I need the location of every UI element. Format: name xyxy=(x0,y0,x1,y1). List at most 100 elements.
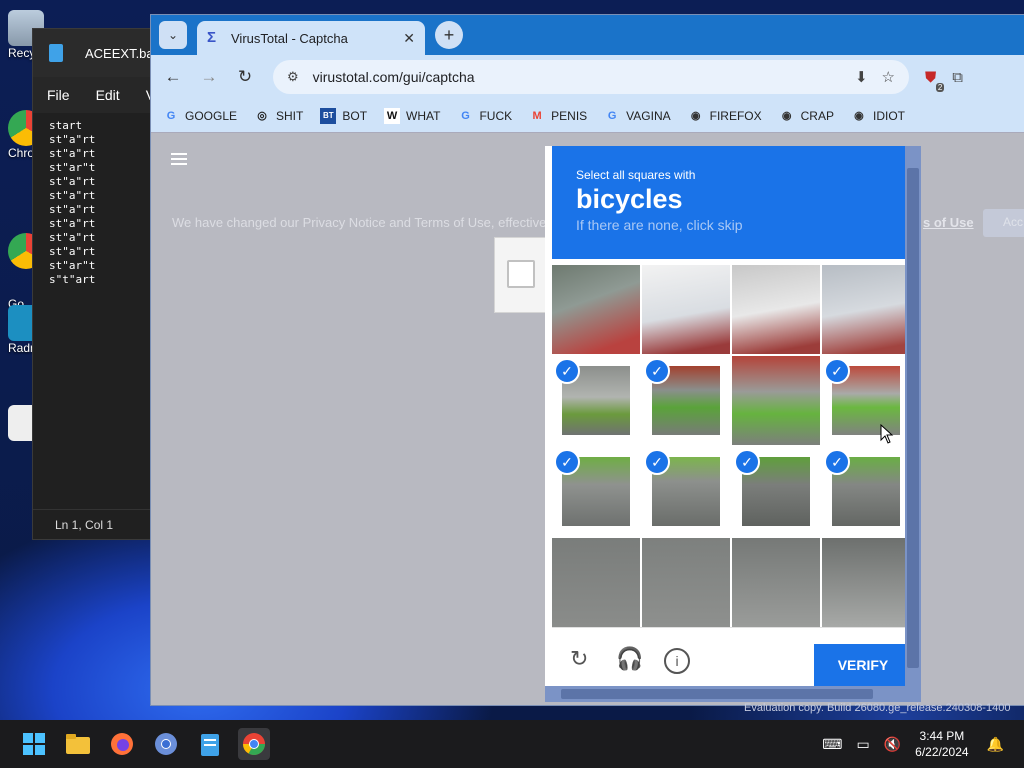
captcha-tile[interactable] xyxy=(822,538,910,627)
gmail-icon: M xyxy=(532,109,542,122)
clock-time: 3:44 PM xyxy=(919,729,965,743)
bookmark-star-icon[interactable]: ☆ xyxy=(882,68,895,86)
captcha-tile[interactable]: ✓ xyxy=(822,356,910,445)
virustotal-icon: Σ xyxy=(207,29,217,46)
captcha-tile[interactable] xyxy=(732,356,820,445)
forward-icon[interactable]: → xyxy=(195,67,223,87)
notepad-title: ACEEXT.bat xyxy=(85,45,158,61)
ext-badge: 2 xyxy=(935,82,945,92)
notepad-taskbar-icon[interactable] xyxy=(194,728,226,760)
google-icon: G xyxy=(607,109,617,122)
bookmark-label: FUCK xyxy=(479,108,513,123)
verify-button[interactable]: VERIFY xyxy=(814,644,912,686)
close-tab-icon[interactable]: ✕ xyxy=(403,30,415,47)
bookmark-label: VAGINA xyxy=(626,108,671,123)
bookmark-penis[interactable]: M PENIS xyxy=(529,108,588,124)
tab-search-icon[interactable]: ⌄ xyxy=(159,21,187,49)
tile-image xyxy=(642,538,730,627)
captcha-tile[interactable] xyxy=(642,538,730,627)
menu-file[interactable]: File xyxy=(47,87,70,103)
menu-icon[interactable] xyxy=(171,153,187,168)
cursor-position: Ln 1, Col 1 xyxy=(55,517,114,532)
bookmark-label: IDIOT xyxy=(872,108,905,123)
captcha-tile[interactable] xyxy=(822,265,910,354)
tile-image xyxy=(822,265,910,354)
bookmark-fuck[interactable]: G FUCK xyxy=(457,108,512,124)
bookmark-vagina[interactable]: G VAGINA xyxy=(604,108,671,124)
captcha-header: Select all squares with bicycles If ther… xyxy=(552,146,905,259)
google-icon: G xyxy=(166,109,176,122)
tile-image xyxy=(822,538,910,627)
captcha-tile[interactable] xyxy=(732,265,820,354)
network-icon[interactable]: ▭ xyxy=(857,736,870,753)
captcha-tile[interactable] xyxy=(552,265,640,354)
menu-edit[interactable]: Edit xyxy=(96,87,120,103)
terms-of-use-link[interactable]: s of Use xyxy=(923,215,974,230)
notification-bell-icon[interactable]: 🔔 xyxy=(987,736,1004,753)
captcha-tile[interactable]: ✓ xyxy=(642,447,730,536)
captcha-grid: ✓ ✓ ✓ ✓ ✓ ✓ ✓ xyxy=(552,265,910,627)
horizontal-scrollbar[interactable] xyxy=(545,686,921,702)
file-explorer-icon[interactable] xyxy=(62,728,94,760)
site-info-icon[interactable]: ⚙ xyxy=(287,69,299,85)
google-icon: G xyxy=(461,109,470,122)
reload-icon[interactable]: ↻ xyxy=(231,67,259,87)
globe-icon: ◉ xyxy=(854,110,864,122)
install-app-icon[interactable]: ⬇ xyxy=(855,68,868,86)
captcha-tile[interactable]: ✓ xyxy=(732,447,820,536)
captcha-tile[interactable]: ✓ xyxy=(552,447,640,536)
firefox-icon[interactable] xyxy=(106,728,138,760)
url-text: virustotal.com/gui/captcha xyxy=(312,69,475,85)
vertical-scrollbar[interactable] xyxy=(905,146,921,686)
accept-button[interactable]: Acc xyxy=(983,209,1024,237)
wikipedia-icon: W xyxy=(384,107,401,124)
captcha-tile[interactable]: ✓ xyxy=(822,447,910,536)
mouse-cursor xyxy=(880,424,894,444)
chrome-taskbar-icon[interactable] xyxy=(238,728,270,760)
bookmark-label: CRAP xyxy=(800,108,834,123)
bookmarks-bar: G GOOGLE ◎ SHIT BT BOT W WHAT G FUCK M PENIS G VAGINA… xyxy=(151,99,1024,133)
captcha-tile[interactable] xyxy=(552,538,640,627)
ublock-icon[interactable]: ⛊ 2 xyxy=(925,69,945,92)
tile-image xyxy=(642,265,730,354)
bookmark-bot[interactable]: BT BOT xyxy=(320,107,368,124)
bookmark-label: BOT xyxy=(342,108,368,123)
system-tray: ⌨ ▭ 🔇 3:44 PM 6/22/2024 🔔 xyxy=(822,720,1004,768)
captcha-tile[interactable]: ✓ xyxy=(642,356,730,445)
tile-image xyxy=(552,538,640,627)
start-icon[interactable] xyxy=(18,728,50,760)
audio-challenge-icon[interactable]: 🎧 xyxy=(616,646,643,672)
volume-muted-icon[interactable]: 🔇 xyxy=(884,736,901,753)
captcha-tile[interactable] xyxy=(732,538,820,627)
address-bar[interactable]: ⚙ virustotal.com/gui/captcha ⬇ ☆ xyxy=(273,60,909,94)
globe-icon: ◉ xyxy=(781,110,792,122)
globe-icon: ◉ xyxy=(690,110,701,122)
captcha-target: bicycles xyxy=(576,184,683,214)
checkmark-icon: ✓ xyxy=(644,449,670,475)
tile-image xyxy=(552,265,640,354)
captcha-footer: ↻ 🎧 i VERIFY xyxy=(552,627,912,689)
captcha-tile[interactable]: ✓ xyxy=(552,356,640,445)
bookmark-google[interactable]: G GOOGLE xyxy=(163,108,237,124)
extensions-icon[interactable]: ⧉ xyxy=(952,69,963,86)
recaptcha-checkbox[interactable] xyxy=(507,260,535,288)
captcha-challenge: Select all squares with bicycles If ther… xyxy=(545,146,921,702)
tab-virustotal[interactable]: Σ VirusTotal - Captcha ✕ xyxy=(197,21,425,55)
clock-date: 6/22/2024 xyxy=(915,745,969,759)
privacy-notice-text: We have changed our Privacy Notice and T… xyxy=(172,215,547,230)
keyboard-icon[interactable]: ⌨ xyxy=(822,736,842,753)
chromium-icon[interactable] xyxy=(150,728,182,760)
back-icon[interactable]: ← xyxy=(159,67,187,87)
info-icon[interactable]: i xyxy=(664,648,690,674)
captcha-tile[interactable] xyxy=(642,265,730,354)
checkmark-icon: ✓ xyxy=(554,449,580,475)
new-tab-icon[interactable]: + xyxy=(435,21,463,49)
bookmark-idiot[interactable]: ◉ IDIOT xyxy=(851,108,905,124)
bookmark-what[interactable]: W WHAT xyxy=(384,107,440,124)
reload-challenge-icon[interactable]: ↻ xyxy=(570,646,588,672)
bookmark-shit[interactable]: ◎ SHIT xyxy=(254,108,303,124)
clock[interactable]: 3:44 PM 6/22/2024 xyxy=(915,728,968,760)
bookmark-crap[interactable]: ◉ CRAP xyxy=(779,108,834,124)
browser-toolbar: ← → ↻ ⚙ virustotal.com/gui/captcha ⬇ ☆ ⛊… xyxy=(151,55,1024,99)
bookmark-firefox[interactable]: ◉ FIREFOX xyxy=(688,108,762,124)
